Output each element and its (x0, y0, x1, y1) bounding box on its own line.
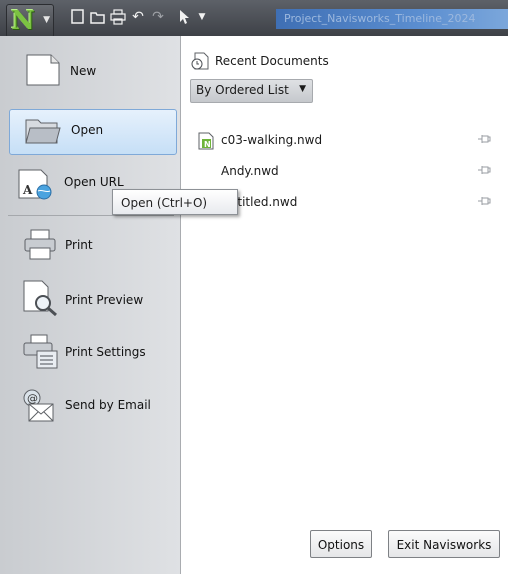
new-document-icon (26, 54, 60, 89)
open-url-icon: A (18, 166, 52, 203)
window-title: Project_Navisworks_Timeline_2024 (276, 9, 508, 29)
print-icon[interactable] (110, 9, 126, 25)
open-folder-icon[interactable] (90, 9, 106, 25)
application-menu-left-pane: New Open A Open URL Print Print Preview … (0, 36, 181, 574)
nwd-file-icon: N (197, 132, 215, 153)
menu-item-label: New (70, 64, 97, 78)
menu-item-label: Print (65, 238, 93, 252)
svg-text:A: A (22, 183, 33, 197)
exit-navisworks-button[interactable]: Exit Navisworks (388, 530, 500, 558)
ordering-dropdown[interactable]: By Ordered List ▼ (190, 79, 313, 103)
application-menu-button[interactable]: N ▼ (6, 4, 54, 38)
navisworks-logo-icon: N (11, 6, 35, 36)
chevron-down-icon: ▼ (299, 84, 306, 94)
print-settings-icon (23, 334, 59, 373)
menu-item-new[interactable]: New (8, 50, 176, 96)
options-button[interactable]: Options (310, 530, 372, 558)
menu-item-print[interactable]: Print (8, 222, 176, 268)
menu-item-label: Send by Email (65, 398, 151, 412)
menu-item-print-settings[interactable]: Print Settings (8, 328, 176, 374)
print-preview-icon (23, 280, 59, 319)
recent-documents-title: Recent Documents (215, 54, 329, 68)
customize-chevron-icon[interactable]: ▼ (194, 9, 210, 25)
document-name: Andy.nwd (221, 164, 279, 178)
menu-item-open[interactable]: Open (9, 109, 177, 155)
recent-document-item[interactable]: N c03-walking.nwd (191, 131, 501, 151)
pin-icon[interactable] (477, 133, 491, 145)
menu-item-label: Print Settings (65, 345, 146, 359)
recent-documents-pane: Recent Documents By Ordered List ▼ N c03… (181, 36, 508, 574)
pin-icon[interactable] (477, 164, 491, 176)
menu-item-label: Print Preview (65, 293, 144, 307)
open-tooltip: Open (Ctrl+O) (112, 189, 238, 215)
svg-text:@: @ (27, 392, 38, 405)
recent-document-item[interactable]: Andy.nwd (191, 162, 501, 182)
recent-documents-icon (191, 52, 209, 73)
menu-item-send-by-email[interactable]: @ Send by Email (8, 382, 176, 428)
redo-icon[interactable]: ↷ (150, 9, 166, 25)
menu-item-label: Open (71, 123, 104, 137)
document-name: c03-walking.nwd (221, 133, 323, 147)
ordering-dropdown-value: By Ordered List (196, 83, 289, 97)
email-icon: @ (21, 388, 57, 427)
quick-access-toolbar: N ▼ ↶ ↷ ▼ Project_Navisworks_Timeline_20… (0, 0, 508, 38)
chevron-down-icon: ▼ (43, 15, 50, 25)
undo-icon[interactable]: ↶ (130, 9, 146, 25)
printer-icon (23, 228, 57, 265)
menu-item-print-preview[interactable]: Print Preview (8, 276, 176, 322)
menu-item-label: Open URL (64, 175, 124, 189)
pin-icon[interactable] (477, 195, 491, 207)
open-folder-icon (25, 116, 61, 147)
svg-text:N: N (204, 140, 211, 149)
select-pointer-icon[interactable] (176, 9, 192, 25)
new-file-icon[interactable] (70, 9, 86, 25)
